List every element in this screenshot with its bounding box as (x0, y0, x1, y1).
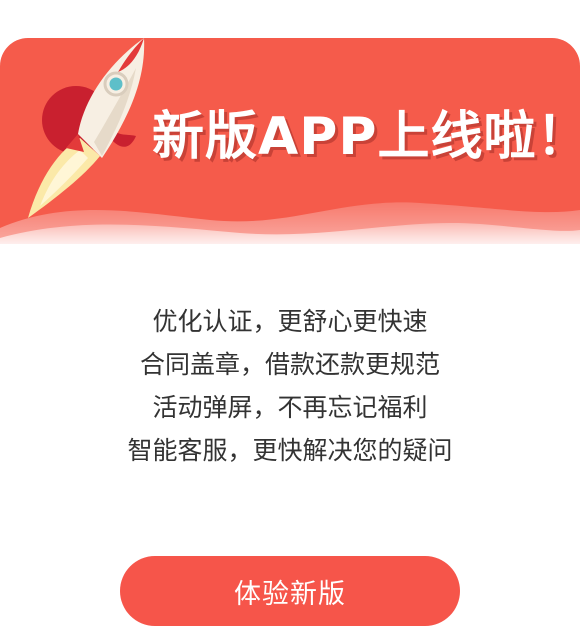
feature-item: 优化认证，更舒心更快速 (152, 307, 428, 336)
announcement-banner: 新版APP上线啦！ (0, 38, 580, 253)
announcement-headline: 新版APP上线啦！ (152, 107, 580, 167)
feature-item: 活动弹屏，不再忘记福利 (152, 393, 428, 422)
feature-item: 智能客服，更快解决您的疑问 (127, 436, 453, 465)
update-announcement-card: 新版APP上线啦！ 优化认证，更舒心更快速 合同盖章，借款还款更规范 活动弹屏，… (0, 38, 580, 638)
try-new-version-button[interactable]: 体验新版 (120, 556, 460, 626)
feature-list: 优化认证，更舒心更快速 合同盖章，借款还款更规范 活动弹屏，不再忘记福利 智能客… (0, 300, 580, 472)
rocket-icon (28, 38, 145, 218)
feature-item: 合同盖章，借款还款更规范 (139, 350, 440, 379)
